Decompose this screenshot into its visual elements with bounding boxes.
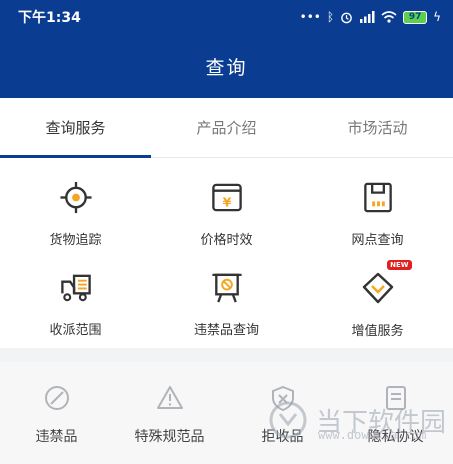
- status-time: 下午1:34: [18, 10, 81, 26]
- more-dots-icon: •••: [299, 10, 321, 24]
- bluetooth-icon: ᛒ: [326, 10, 335, 24]
- tab-bar: 查询服务 产品介绍 市场活动: [0, 98, 453, 158]
- service-label: 增值服务: [351, 324, 404, 339]
- battery-icon: 97: [403, 10, 428, 24]
- wifi-icon: [381, 11, 397, 23]
- diamond-check-wrapper: NEW: [360, 260, 412, 306]
- prohibited-circle-icon: [44, 386, 69, 410]
- service-label: 价格时效: [200, 233, 253, 248]
- svg-text:¥: ¥: [222, 194, 231, 209]
- tab-market-activity[interactable]: 市场活动: [302, 98, 453, 157]
- status-bar: 下午1:34 ••• ᛒ 97 ϟ: [0, 0, 453, 34]
- diamond-check-icon: [362, 272, 393, 304]
- section-divider: [0, 348, 453, 362]
- service-delivery-range[interactable]: 收派范围: [0, 248, 151, 338]
- prohibited-board-icon: [211, 273, 242, 303]
- delivery-truck-icon: [60, 274, 91, 302]
- category-prohibited[interactable]: 违禁品: [0, 362, 113, 464]
- signal-icon: [360, 11, 375, 23]
- new-badge: NEW: [387, 260, 412, 270]
- service-outlet-query[interactable]: 网点查询: [302, 158, 453, 248]
- category-special[interactable]: 特殊规范品: [113, 362, 226, 464]
- tab-label: 市场活动: [347, 119, 408, 137]
- service-value-added[interactable]: NEW 增值服务: [302, 248, 453, 339]
- service-label: 货物追踪: [49, 233, 102, 248]
- service-label: 违禁品查询: [193, 323, 259, 338]
- service-cargo-tracking[interactable]: 货物追踪: [0, 158, 151, 248]
- service-label: 网点查询: [351, 233, 404, 248]
- service-price-time[interactable]: ¥ 价格时效: [151, 158, 302, 248]
- nav-bar: 查询: [0, 34, 453, 98]
- save-box-icon: [363, 182, 392, 213]
- price-calendar-icon: ¥: [211, 183, 242, 212]
- tab-query-service[interactable]: 查询服务: [0, 98, 151, 158]
- tab-product-intro[interactable]: 产品介绍: [151, 98, 302, 157]
- category-label: 特殊规范品: [134, 429, 205, 445]
- page-title: 查询: [205, 56, 248, 79]
- watermark-logo-icon: [269, 401, 307, 439]
- watermark-url: www.downxia.com: [318, 428, 427, 442]
- alarm-icon: [341, 12, 352, 23]
- system-icons: ••• ᛒ 97 ϟ: [300, 10, 441, 24]
- tab-label: 查询服务: [45, 119, 106, 137]
- watermark: 当下软件园 www.downxia.com: [268, 384, 453, 456]
- warning-triangle-icon: [156, 386, 183, 409]
- services-grid: 货物追踪 ¥ 价格时效 网点查询 收派范围 违禁品查询 NEW 增值服务: [0, 158, 453, 348]
- service-label: 收派范围: [49, 323, 102, 338]
- tab-label: 产品介绍: [196, 119, 257, 137]
- category-label: 违禁品: [35, 429, 78, 445]
- charging-icon: ϟ: [433, 10, 441, 24]
- target-icon: [59, 181, 92, 214]
- service-prohibited-query[interactable]: 违禁品查询: [151, 248, 302, 338]
